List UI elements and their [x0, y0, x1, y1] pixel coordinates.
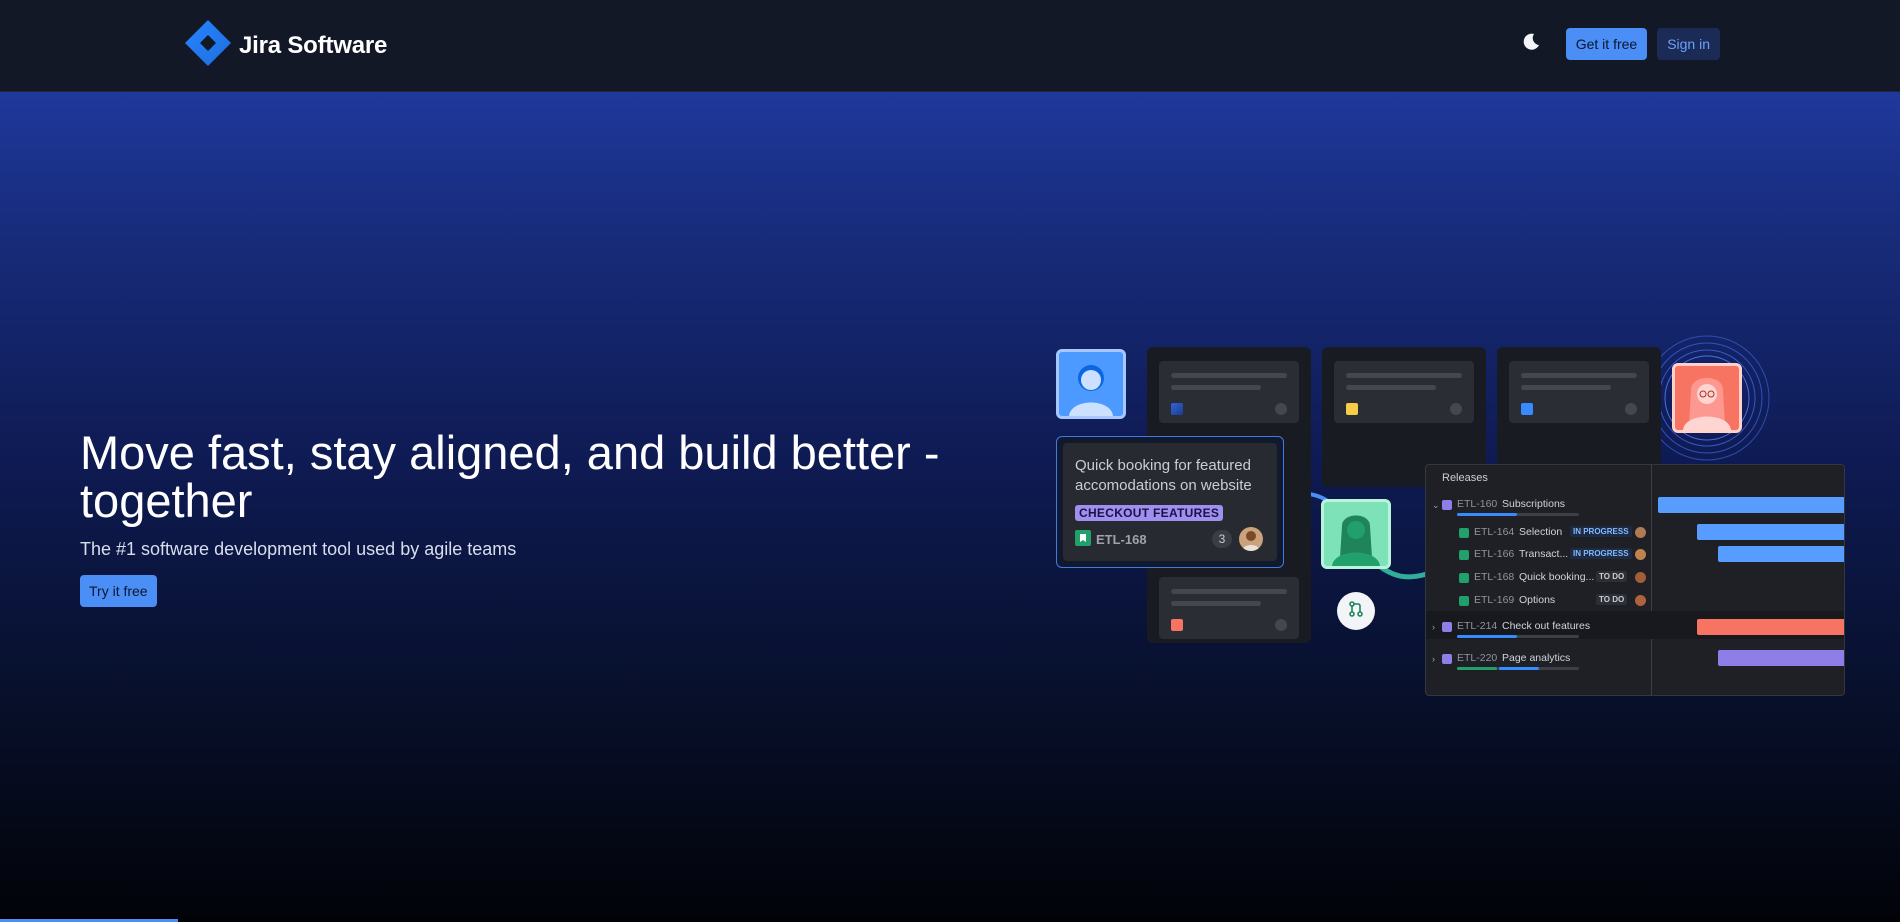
board-card [1159, 361, 1299, 423]
person-icon [1069, 365, 1113, 416]
releases-panel: Releases ⌄ ETL-160 Subscriptions ETL-164… [1425, 464, 1845, 696]
timeline-bar [1697, 619, 1844, 635]
story-icon [1459, 573, 1469, 583]
board-card [1159, 577, 1299, 639]
release-row: ETL-169 Options TO DO [1426, 593, 1651, 615]
release-row: ETL-164 Selection IN PROGRESS [1426, 525, 1651, 547]
epic-icon [1442, 654, 1452, 664]
avatar-green [1321, 499, 1391, 569]
story-card: Quick booking for featured accomodations… [1056, 436, 1284, 568]
top-navigation: Jira Software Get it free Sign in [0, 0, 1900, 92]
timeline-bar [1658, 497, 1844, 513]
jira-logo-icon [183, 18, 233, 73]
chevron-right-icon: › [1432, 622, 1435, 632]
board-card [1509, 361, 1649, 423]
brand-name: Jira Software [239, 31, 388, 59]
avatar-blue [1056, 349, 1126, 419]
board-card [1334, 361, 1474, 423]
epic-tag: CHECKOUT FEATURES [1075, 505, 1224, 521]
hero-section: Move fast, stay aligned, and build bette… [0, 92, 1900, 922]
release-row: › ETL-220 Page analytics [1426, 651, 1651, 673]
chevron-down-icon: ⌄ [1432, 500, 1440, 510]
try-it-free-button[interactable]: Try it free [80, 575, 157, 607]
release-row: ETL-168 Quick booking... TO DO [1426, 570, 1651, 592]
hero-subtitle: The #1 software development tool used by… [80, 539, 517, 559]
story-icon [1459, 596, 1469, 606]
release-row: ETL-166 Transact... IN PROGRESS [1426, 547, 1651, 569]
epic-icon [1442, 622, 1452, 632]
assignee-avatar [1239, 527, 1263, 551]
avatar [1635, 572, 1646, 583]
avatar [1635, 527, 1646, 538]
story-icon [1459, 550, 1469, 560]
story-key: ETL-168 [1096, 532, 1147, 547]
epic-icon [1442, 500, 1452, 510]
sign-in-button[interactable]: Sign in [1657, 28, 1720, 60]
brand-logo[interactable]: Jira Software [183, 18, 387, 73]
person-icon [1332, 515, 1380, 566]
story-icon [1075, 530, 1091, 549]
timeline-bar [1718, 650, 1844, 666]
avatar [1635, 549, 1646, 560]
product-illustration: Quick booking for featured accomodations… [1052, 330, 1852, 710]
get-it-free-button[interactable]: Get it free [1565, 28, 1648, 60]
pull-request-badge [1337, 592, 1375, 630]
story-icon [1459, 528, 1469, 538]
avatar-red [1672, 363, 1742, 433]
story-points-badge: 3 [1212, 530, 1232, 548]
releases-title: Releases [1442, 472, 1488, 484]
hero-title: Move fast, stay aligned, and build bette… [80, 426, 940, 527]
moon-icon [1521, 32, 1541, 57]
header-actions: Get it free Sign in [1516, 28, 1720, 60]
release-row: ⌄ ETL-160 Subscriptions [1426, 497, 1651, 519]
person-icon [1683, 378, 1731, 430]
chevron-right-icon: › [1432, 654, 1435, 664]
git-merge-icon [1346, 599, 1366, 624]
timeline-bar [1718, 546, 1844, 562]
release-row: › ETL-214 Check out features [1426, 619, 1651, 641]
theme-toggle-button[interactable] [1516, 29, 1546, 59]
avatar [1635, 595, 1646, 606]
story-title: Quick booking for featured accomodations… [1075, 457, 1252, 494]
timeline-bar [1697, 524, 1844, 540]
